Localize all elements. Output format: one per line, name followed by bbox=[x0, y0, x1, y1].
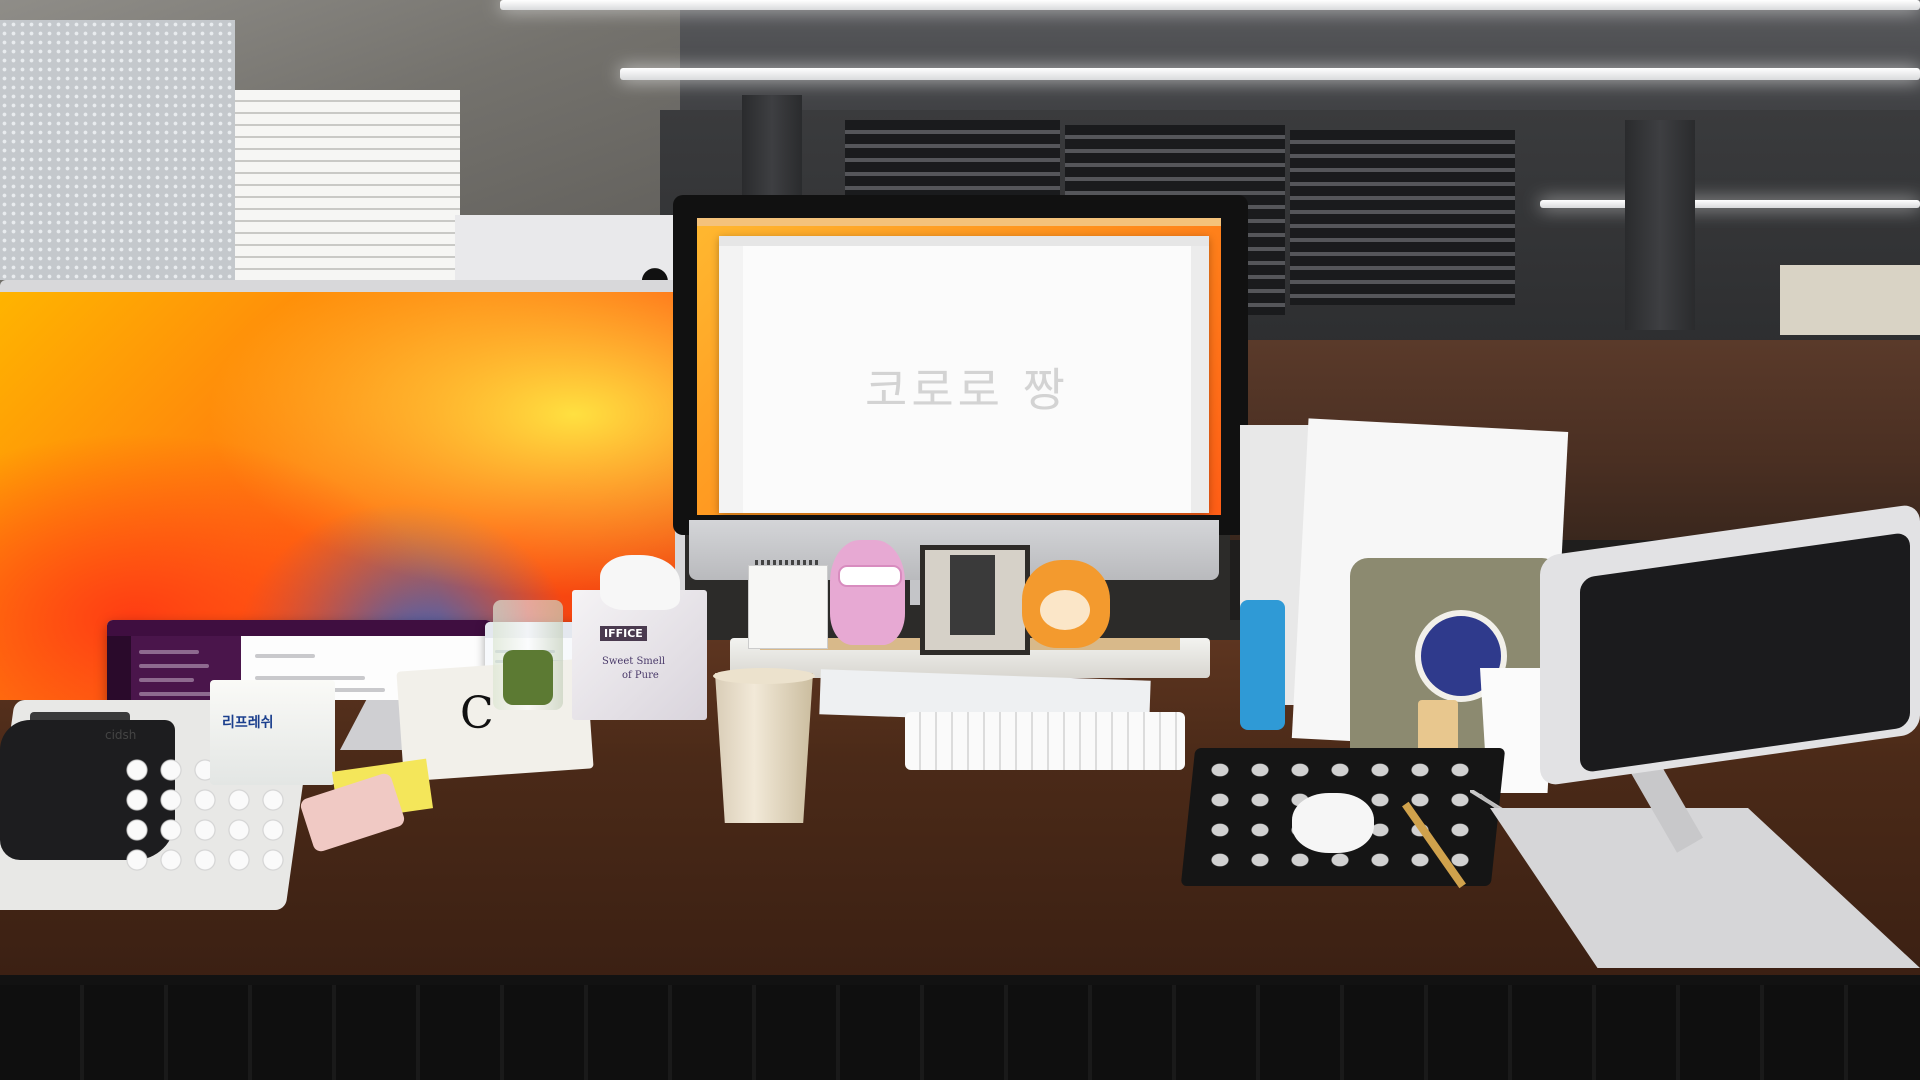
blue-bottle bbox=[1240, 600, 1285, 730]
sidebar-line bbox=[139, 678, 194, 682]
pillar bbox=[742, 95, 802, 205]
paper-cup-rim bbox=[713, 668, 815, 684]
slack-topbar bbox=[107, 620, 492, 636]
window-blind-left bbox=[235, 90, 460, 290]
sidebar-line bbox=[139, 692, 219, 696]
sidebar-line bbox=[139, 650, 199, 654]
mac-menubar bbox=[697, 218, 1221, 226]
medicine-box bbox=[210, 680, 335, 785]
paper-cup bbox=[715, 673, 813, 823]
document-sidebar bbox=[1191, 246, 1209, 513]
bunny-plush bbox=[830, 540, 905, 645]
bunny-goggles bbox=[838, 565, 902, 587]
tissue-brand: IFFICE bbox=[600, 626, 647, 641]
document-page: 코로로 짱 bbox=[743, 246, 1191, 513]
document-toolbar bbox=[719, 236, 1209, 246]
ceiling-light bbox=[500, 0, 1920, 10]
wall-photos bbox=[1780, 265, 1920, 335]
bear-face bbox=[1040, 590, 1090, 630]
perforated-window-screen bbox=[0, 20, 235, 280]
imac-screen: 코로로 짱 bbox=[697, 218, 1221, 515]
pillar bbox=[1625, 120, 1695, 330]
jar-contents bbox=[503, 650, 553, 705]
tissue-text-line2: of Pure bbox=[622, 670, 659, 681]
slack-workspace-rail bbox=[107, 636, 131, 700]
ceiling-light bbox=[1540, 200, 1920, 208]
document-text: 코로로 짱 bbox=[865, 363, 1069, 417]
under-desk-area bbox=[0, 985, 1920, 1080]
medicine-label: 리프레쉬 bbox=[222, 715, 274, 731]
message-line bbox=[255, 654, 315, 658]
keyboard[interactable] bbox=[905, 712, 1185, 770]
tissue bbox=[600, 555, 680, 610]
phone-brand: cidsh bbox=[105, 728, 137, 742]
sidebar-line bbox=[139, 664, 209, 668]
window-blind bbox=[1290, 130, 1515, 305]
photo-frame-inner bbox=[950, 555, 995, 635]
tissue-text-line1: Sweet Smell bbox=[602, 656, 666, 667]
ceiling-light bbox=[620, 68, 1920, 80]
book-cover-letter: C bbox=[460, 688, 494, 739]
desk-calendar bbox=[748, 565, 828, 649]
mouse[interactable] bbox=[1292, 793, 1374, 853]
document-window: 코로로 짱 bbox=[719, 236, 1209, 513]
